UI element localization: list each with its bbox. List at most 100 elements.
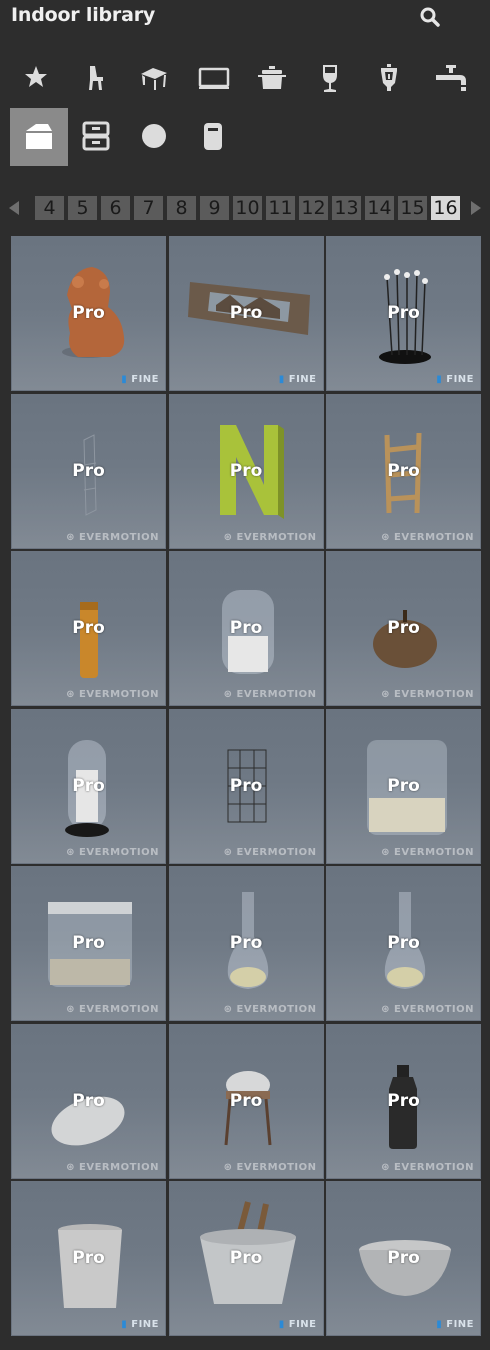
model-tile-cutout-panel[interactable]: Pro ▮ FINE xyxy=(168,236,324,391)
monitor-icon xyxy=(198,67,230,89)
brand-watermark: ⊛ EVERMOTION xyxy=(66,846,159,858)
brand-watermark: ⊛ EVERMOTION xyxy=(66,689,159,700)
model-tile-flask-2[interactable]: Pro ⊛ EVERMOTION xyxy=(326,866,481,1021)
page-button-8[interactable]: 8 xyxy=(167,196,196,220)
brand-watermark: ⊛ EVERMOTION xyxy=(223,846,317,858)
brand-watermark: ▮ FINE xyxy=(121,1319,159,1330)
panel-title: Indoor library xyxy=(11,4,156,26)
canister-icon xyxy=(204,123,222,150)
brand-watermark: ⊛ EVERMOTION xyxy=(223,1004,317,1015)
category-kitchenware[interactable] xyxy=(245,50,303,108)
page-button-12[interactable]: 12 xyxy=(299,196,328,220)
page-button-7[interactable]: 7 xyxy=(134,196,163,220)
category-bathroom[interactable] xyxy=(422,50,480,108)
chair-icon xyxy=(89,66,103,90)
brand-watermark: ▮ FINE xyxy=(278,374,317,385)
wine-glass-icon xyxy=(323,65,337,92)
page-button-15[interactable]: 15 xyxy=(398,196,427,220)
brand-watermark: ▮ FINE xyxy=(278,1319,317,1330)
triangle-right-icon[interactable] xyxy=(468,199,484,217)
model-tile-dark-bottle[interactable]: Pro ⊛ EVERMOTION xyxy=(326,1023,481,1179)
model-tile-stone[interactable]: Pro ⊛ EVERMOTION xyxy=(11,1023,166,1179)
model-tile-bucket-with-tools[interactable]: Pro ▮ FINE xyxy=(168,1181,324,1336)
model-tile-wide-jar[interactable]: Pro ⊛ EVERMOTION xyxy=(11,866,166,1021)
category-decorations[interactable] xyxy=(10,108,68,166)
pro-badge: Pro xyxy=(229,1090,263,1111)
pro-badge: Pro xyxy=(72,303,105,323)
pro-badge: Pro xyxy=(387,1248,420,1268)
brand-watermark: ⊛ EVERMOTION xyxy=(381,531,474,543)
pro-badge: Pro xyxy=(72,775,105,796)
category-electronics[interactable] xyxy=(186,50,244,108)
pro-badge: Pro xyxy=(229,303,263,323)
pro-badge: Pro xyxy=(72,933,105,953)
model-tile-glass-jar[interactable]: Pro ⊛ EVERMOTION xyxy=(168,551,324,706)
model-tile-letter-n[interactable]: Pro ⊛ EVERMOTION xyxy=(168,393,324,549)
model-tile-metal-pail[interactable]: Pro ▮ FINE xyxy=(11,1181,166,1336)
pro-badge: Pro xyxy=(229,933,263,953)
model-tile-dome-stand[interactable]: Pro ⊛ EVERMOTION xyxy=(168,1023,324,1179)
brand-watermark: ▮ FINE xyxy=(436,374,474,385)
category-favorites[interactable] xyxy=(10,50,68,108)
pro-badge: Pro xyxy=(72,460,105,481)
model-tile-sand-jar[interactable]: Pro ⊛ EVERMOTION xyxy=(326,708,481,864)
brand-watermark: ▮ FINE xyxy=(436,1319,474,1330)
brand-watermark: ⊛ EVERMOTION xyxy=(223,1161,317,1173)
category-tables[interactable] xyxy=(127,50,185,108)
page-button-10[interactable]: 10 xyxy=(233,196,262,220)
pro-badge: Pro xyxy=(387,303,420,323)
circle-icon xyxy=(142,124,166,148)
pro-badge: Pro xyxy=(387,1090,420,1111)
brand-watermark: ⊛ EVERMOTION xyxy=(66,1004,159,1015)
pro-badge: Pro xyxy=(387,775,420,796)
page-button-16[interactable]: 16 xyxy=(431,196,460,220)
brand-watermark: ⊛ EVERMOTION xyxy=(381,689,474,700)
page-button-11[interactable]: 11 xyxy=(266,196,295,220)
brand-watermark: ⊛ EVERMOTION xyxy=(223,689,317,700)
model-tile-wire-frame[interactable]: Pro ⊛ EVERMOTION xyxy=(11,393,166,549)
pro-badge: Pro xyxy=(229,1248,263,1268)
category-containers[interactable] xyxy=(186,108,244,166)
brand-watermark: ⊛ EVERMOTION xyxy=(66,1161,159,1173)
search-icon[interactable] xyxy=(419,6,441,28)
pagination: 4 5 6 7 8 9 10 11 12 13 14 15 16 xyxy=(0,193,490,223)
cabinet-icon xyxy=(82,121,110,151)
category-cabinets[interactable] xyxy=(69,108,127,166)
pro-badge: Pro xyxy=(72,618,105,638)
page-button-14[interactable]: 14 xyxy=(365,196,394,220)
box-icon xyxy=(26,124,52,149)
brand-watermark: ⊛ EVERMOTION xyxy=(381,1004,474,1015)
lamp-icon xyxy=(381,64,397,91)
brand-watermark: ⊛ EVERMOTION xyxy=(381,1161,474,1173)
model-tile-orange-tube[interactable]: Pro ⊛ EVERMOTION xyxy=(11,551,166,706)
brand-watermark: ⊛ EVERMOTION xyxy=(381,846,474,858)
category-chairs[interactable] xyxy=(69,50,127,108)
pro-badge: Pro xyxy=(229,775,263,796)
pro-badge: Pro xyxy=(387,460,420,481)
model-tile-flask[interactable]: Pro ⊛ EVERMOTION xyxy=(168,866,324,1021)
model-tile-mesh-cube[interactable]: Pro ⊛ EVERMOTION xyxy=(168,708,324,864)
page-button-6[interactable]: 6 xyxy=(101,196,130,220)
pro-badge: Pro xyxy=(229,460,263,481)
category-glassware[interactable] xyxy=(304,50,362,108)
category-spheres[interactable] xyxy=(127,108,185,166)
category-lighting[interactable] xyxy=(363,50,421,108)
page-button-4[interactable]: 4 xyxy=(35,196,64,220)
pro-badge: Pro xyxy=(387,933,420,953)
page-button-5[interactable]: 5 xyxy=(68,196,97,220)
page-button-13[interactable]: 13 xyxy=(332,196,361,220)
model-tile-wooden-pot[interactable]: Pro ⊛ EVERMOTION xyxy=(326,551,481,706)
page-button-9[interactable]: 9 xyxy=(200,196,229,220)
brand-watermark: ▮ FINE xyxy=(121,374,159,385)
pro-badge: Pro xyxy=(229,618,263,638)
star-icon xyxy=(25,66,47,87)
model-tile-glass-dome[interactable]: Pro ⊛ EVERMOTION xyxy=(11,708,166,864)
model-tile-metal-bowl[interactable]: Pro ▮ FINE xyxy=(326,1181,481,1336)
table-icon xyxy=(141,68,167,90)
triangle-left-icon[interactable] xyxy=(6,199,22,217)
pro-badge: Pro xyxy=(387,618,420,638)
model-tile-wooden-ladder[interactable]: Pro ⊛ EVERMOTION xyxy=(326,393,481,549)
model-tile-lion-figurine[interactable]: Pro ▮ FINE xyxy=(11,236,166,391)
model-tile-pin-sculpture[interactable]: Pro ▮ FINE xyxy=(326,236,481,391)
pot-icon xyxy=(258,66,286,89)
